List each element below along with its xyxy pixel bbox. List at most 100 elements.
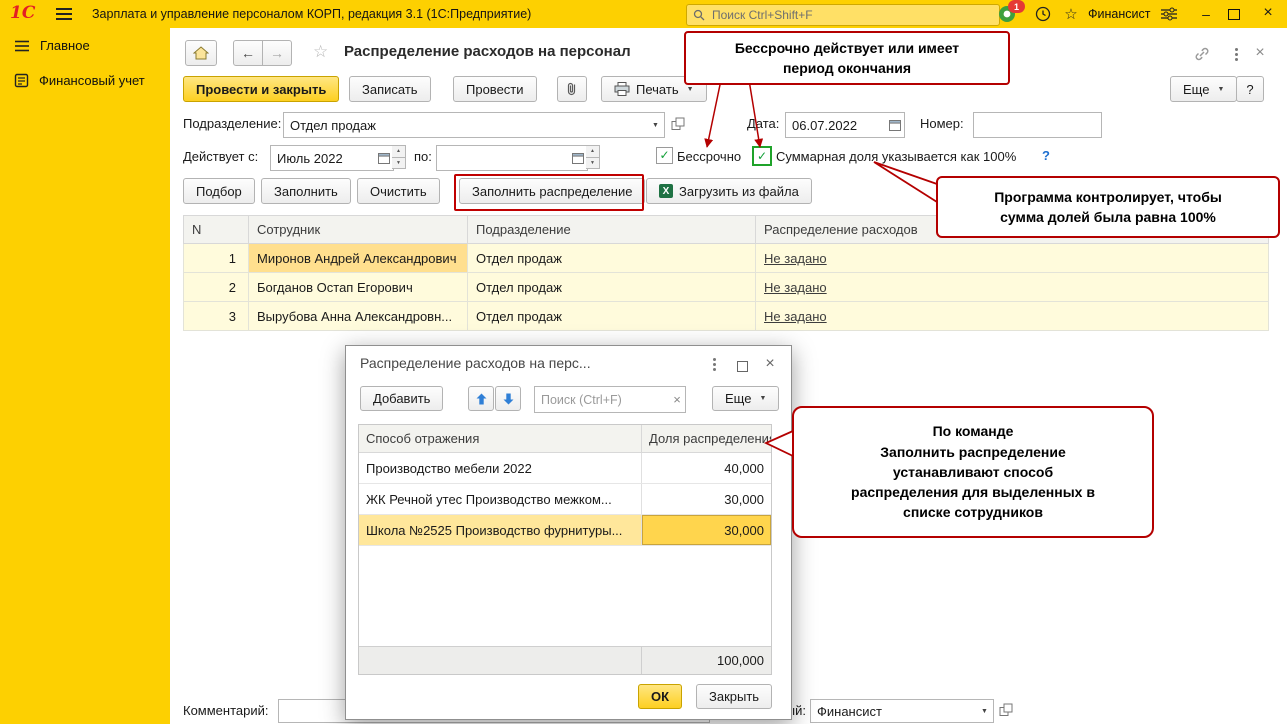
responsible-combo[interactable]: Финансист ▼ — [810, 699, 994, 723]
dialog-title: Распределение расходов на перс... — [360, 355, 591, 371]
more-button[interactable]: Еще ▼ — [1170, 76, 1238, 102]
valid-from-stepper[interactable]: ▲ ▼ — [392, 145, 406, 169]
chevron-down-icon: ▼ — [759, 395, 767, 402]
comment-label: Комментарий: — [183, 703, 269, 718]
callout-fill: По команде Заполнить распределение устан… — [792, 406, 1154, 538]
dialog-search-field[interactable]: × — [534, 386, 686, 413]
fill-distribution-button[interactable]: Заполнить распределение — [459, 178, 646, 204]
number-input[interactable] — [974, 117, 1162, 133]
step-up-icon[interactable]: ▲ — [586, 145, 600, 158]
sidebar-item-finance[interactable]: Финансовый учет — [0, 63, 170, 98]
1c-logo: 1С — [10, 3, 36, 23]
history-icon[interactable] — [1034, 5, 1052, 23]
col-header-department[interactable]: Подразделение — [467, 215, 756, 244]
total-share-checkbox-label[interactable]: Суммарная доля указывается как 100% — [776, 149, 1016, 164]
back-button[interactable]: ← — [233, 40, 263, 66]
forward-button[interactable]: → — [262, 40, 292, 66]
distribution-link[interactable]: Не задано — [764, 309, 827, 324]
open-list-icon[interactable] — [996, 699, 1016, 721]
callout-control: Программа контролирует, чтобы сумма доле… — [936, 176, 1280, 238]
favorite-star-icon[interactable]: ☆ — [313, 42, 328, 62]
move-down-button[interactable] — [495, 386, 521, 411]
link-icon[interactable] — [1192, 44, 1212, 64]
annotation-pointer — [873, 161, 938, 204]
discussions-icon[interactable]: 1 — [998, 0, 1025, 23]
valid-to-field[interactable] — [436, 145, 588, 171]
total-share-checkbox[interactable]: ✓ — [752, 146, 772, 166]
move-up-button[interactable] — [468, 386, 494, 411]
distribution-link[interactable]: Не задано — [764, 280, 827, 295]
minimize-button[interactable]: – — [1196, 4, 1216, 24]
ok-button[interactable]: ОК — [638, 684, 683, 709]
dialog-more-button[interactable]: Еще ▼ — [712, 386, 780, 411]
form-menu-icon[interactable] — [1226, 44, 1246, 64]
dialog-search-input[interactable] — [535, 392, 669, 407]
global-search-input[interactable] — [710, 7, 993, 23]
distribution-link[interactable]: Не задано — [764, 251, 827, 266]
col-header-n[interactable]: N — [183, 215, 249, 244]
maximize-button[interactable] — [1228, 9, 1240, 20]
col-header-employee[interactable]: Сотрудник — [248, 215, 468, 244]
cell-distribution: Не задано — [755, 301, 1269, 331]
post-and-close-button[interactable]: Провести и закрыть — [183, 76, 340, 102]
current-user[interactable]: Финансист — [1088, 7, 1150, 21]
col-header-method[interactable]: Способ отражения — [359, 425, 642, 452]
chevron-down-icon[interactable]: ▼ — [647, 113, 664, 137]
close-window-button[interactable]: × — [1258, 3, 1278, 23]
department-label: Подразделение: — [183, 116, 282, 131]
table-row[interactable]: 3 Вырубова Анна Александровн... Отдел пр… — [183, 301, 1269, 331]
chevron-down-icon: ▼ — [1217, 85, 1225, 93]
list-item[interactable]: Производство мебели 2022 40,000 — [359, 453, 771, 484]
dialog-menu-icon[interactable] — [704, 354, 724, 374]
valid-to-label: по: — [414, 149, 432, 164]
chevron-down-icon[interactable]: ▼ — [976, 700, 993, 722]
step-down-icon[interactable]: ▼ — [586, 157, 600, 169]
save-button[interactable]: Записать — [349, 76, 431, 102]
perpetual-checkbox[interactable]: ✓ — [656, 147, 673, 164]
step-down-icon[interactable]: ▼ — [392, 157, 406, 169]
col-header-share[interactable]: Доля распределения — [642, 425, 771, 452]
valid-to-stepper[interactable]: ▲ ▼ — [586, 145, 600, 169]
sidebar-item-main[interactable]: Главное — [0, 28, 170, 63]
list-item-selected[interactable]: Школа №2525 Производство фурнитуры... 30… — [359, 515, 771, 546]
load-from-file-button[interactable]: X Загрузить из файла — [646, 178, 812, 204]
perpetual-checkbox-label[interactable]: Бессрочно — [677, 149, 741, 164]
app-title: Зарплата и управление персоналом КОРП, р… — [92, 7, 532, 21]
valid-from-field[interactable]: Июль 2022 — [270, 145, 394, 171]
sidebar-item-label: Главное — [40, 38, 90, 53]
clear-search-icon[interactable]: × — [669, 392, 685, 407]
favorites-icon[interactable]: ☆ — [1062, 5, 1080, 23]
cell-n: 1 — [183, 243, 249, 273]
number-field[interactable] — [973, 112, 1162, 138]
open-list-icon[interactable] — [668, 113, 688, 135]
step-up-icon[interactable]: ▲ — [392, 145, 406, 158]
help-link[interactable]: ? — [1042, 148, 1050, 163]
date-field[interactable]: 06.07.2022 — [785, 112, 905, 138]
clear-button[interactable]: Очистить — [357, 178, 440, 204]
calendar-icon[interactable] — [375, 152, 393, 164]
distribution-methods-table: Способ отражения Доля распределения Прои… — [358, 424, 772, 675]
attachments-button[interactable] — [557, 76, 587, 102]
calendar-icon[interactable] — [569, 152, 587, 164]
main-menu-icon[interactable] — [56, 8, 72, 20]
fill-button[interactable]: Заполнить — [261, 178, 351, 204]
table-row[interactable]: 2 Богданов Остап Егорович Отдел продаж Н… — [183, 272, 1269, 302]
dialog-close-icon[interactable]: × — [760, 354, 780, 374]
department-combo[interactable]: Отдел продаж ▼ — [283, 112, 665, 138]
chevron-down-icon: ▼ — [686, 85, 694, 93]
add-button[interactable]: Добавить — [360, 386, 444, 411]
global-search-field[interactable] — [686, 4, 1000, 26]
tune-icon[interactable] — [1160, 5, 1178, 23]
cell-share: 30,000 — [642, 515, 771, 545]
list-item[interactable]: ЖК Речной утес Производство межком... 30… — [359, 484, 771, 515]
close-form-icon[interactable]: × — [1250, 43, 1270, 63]
table-row[interactable]: 1 Миронов Андрей Александрович Отдел про… — [183, 243, 1269, 273]
home-button[interactable] — [185, 40, 217, 66]
pick-button[interactable]: Подбор — [183, 178, 255, 204]
help-button[interactable]: ? — [1236, 76, 1264, 102]
dialog-maximize-icon[interactable] — [732, 356, 752, 376]
calendar-icon[interactable] — [886, 119, 904, 131]
dialog-close-button[interactable]: Закрыть — [696, 684, 773, 709]
excel-icon: X — [659, 184, 673, 198]
post-button[interactable]: Провести — [453, 76, 537, 102]
